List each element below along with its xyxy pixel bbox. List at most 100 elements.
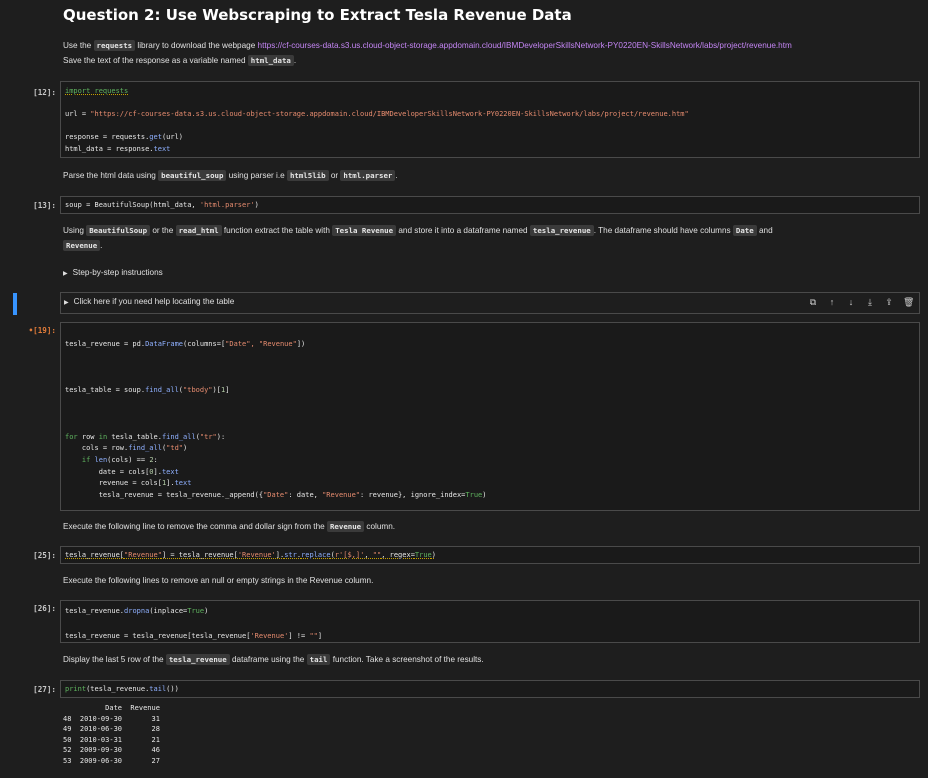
code-token: ] = tesla_revenue[ xyxy=(161,551,238,559)
code-token: text xyxy=(174,479,192,488)
markdown-cell-line2: Save the text of the response as a varia… xyxy=(63,53,296,68)
code-token: ] != xyxy=(288,632,310,641)
md-text: Save the text of the response as a varia… xyxy=(63,56,248,65)
step-by-step-toggle[interactable]: ▶ Step-by-step instructions xyxy=(63,268,163,277)
code-token: ): xyxy=(216,432,226,441)
code-token: revenue = cols[ xyxy=(65,479,162,488)
inline-code: beautiful_soup xyxy=(158,170,227,181)
code-editor[interactable]: import requests url = "https://cf-course… xyxy=(61,86,693,156)
output-row: 50 2010-03-31 21 xyxy=(63,735,160,744)
code-editor[interactable]: tesla_revenue = pd.DataFrame(columns=["D… xyxy=(61,339,490,501)
duplicate-cell-icon[interactable]: ⧉ xyxy=(808,297,818,308)
code-token: "tbody" xyxy=(183,386,213,395)
md-text: function extract the table with xyxy=(221,226,333,235)
code-token: row xyxy=(77,432,99,441)
code-cell-13[interactable]: soup = BeautifulSoup(html_data, 'html.pa… xyxy=(60,196,920,214)
output-row: 48 2010-09-30 31 xyxy=(63,714,160,723)
code-token: tesla_table = soup. xyxy=(65,386,146,395)
code-token: (url) xyxy=(161,133,184,142)
code-token: cols = row. xyxy=(65,444,129,453)
insert-above-icon[interactable]: ⇪ xyxy=(884,297,894,308)
markdown-cell: Execute the following line to remove the… xyxy=(63,519,395,534)
code-token: "Revenue" xyxy=(124,551,162,559)
toggle-label: Step-by-step instructions xyxy=(72,268,163,277)
move-up-icon[interactable]: ↑ xyxy=(827,297,837,308)
md-text: Using xyxy=(63,226,87,235)
code-cell-26[interactable]: tesla_revenue.dropna(inplace=True) tesla… xyxy=(60,600,920,643)
code-token: response = requests. xyxy=(65,133,150,142)
toggle-label: Click here if you need help locating the… xyxy=(73,297,235,306)
code-token: 'html.parser' xyxy=(199,201,255,209)
output-row: 49 2010-06-30 28 xyxy=(63,725,160,734)
md-text: using parser i.e xyxy=(226,171,287,180)
inline-code: html5lib xyxy=(286,170,329,181)
code-token: )[ xyxy=(212,386,221,395)
code-token: "Date" xyxy=(263,490,289,499)
code-editor[interactable]: print(tesla_revenue.tail()) xyxy=(61,685,183,693)
code-token: "td" xyxy=(166,444,184,453)
code-token: ]. xyxy=(166,479,175,488)
md-text: Use the xyxy=(63,41,94,50)
code-editor[interactable]: tesla_revenue.dropna(inplace=True) tesla… xyxy=(61,605,326,643)
code-token: True xyxy=(187,607,205,615)
section-heading: Question 2: Use Webscraping to Extract T… xyxy=(63,6,572,24)
md-text: and store it into a dataframe named xyxy=(396,226,530,235)
code-token: "" xyxy=(309,632,318,641)
code-token: tesla_revenue. xyxy=(65,607,125,615)
md-text: or the xyxy=(150,226,176,235)
code-token: text xyxy=(153,144,171,153)
code-cell-19[interactable]: tesla_revenue = pd.DataFrame(columns=["D… xyxy=(60,322,920,511)
code-token: in xyxy=(98,432,108,441)
code-cell-27[interactable]: print(tesla_revenue.tail()) xyxy=(60,680,920,698)
code-token: ] xyxy=(317,632,323,641)
output-header: Date Revenue xyxy=(63,704,160,712)
code-editor[interactable]: soup = BeautifulSoup(html_data, 'html.pa… xyxy=(61,201,263,209)
code-token: : date, xyxy=(288,490,323,499)
code-token: ) xyxy=(204,607,209,615)
code-token: print xyxy=(65,685,87,693)
inline-code: Revenue xyxy=(326,521,365,532)
md-text: Display the last 5 row of the xyxy=(63,655,166,664)
markdown-cell-line2: Revenue. xyxy=(63,238,102,253)
inline-code: requests xyxy=(93,40,136,51)
code-token: str xyxy=(284,551,297,559)
code-token: html_data = response. xyxy=(65,144,154,153)
code-token: "" xyxy=(372,551,382,559)
code-token: tail xyxy=(149,685,167,693)
code-token: find_all xyxy=(161,432,196,441)
markdown-cell: Display the last 5 row of the tesla_reve… xyxy=(63,652,484,667)
code-token: ()) xyxy=(166,685,179,693)
code-cell-25[interactable]: tesla_revenue["Revenue"] = tesla_revenue… xyxy=(60,546,920,564)
code-token: url = xyxy=(65,110,91,119)
inline-code: Date xyxy=(732,225,757,236)
code-cell-12[interactable]: import requests url = "https://cf-course… xyxy=(60,81,920,158)
code-editor[interactable]: tesla_revenue["Revenue"] = tesla_revenue… xyxy=(61,551,440,559)
code-token: find_all xyxy=(145,386,179,395)
execution-count: [13]: xyxy=(33,201,56,210)
code-token: True xyxy=(465,490,483,499)
md-text: and xyxy=(756,226,773,235)
inline-code: tesla_revenue xyxy=(165,654,230,665)
code-token: , xyxy=(364,551,373,559)
insert-below-icon[interactable]: ⤓ xyxy=(865,297,875,308)
inline-code: html_data xyxy=(247,55,294,66)
move-down-icon[interactable]: ↓ xyxy=(846,297,856,308)
disclosure-triangle-icon: ▶ xyxy=(64,300,69,306)
inline-code: tail xyxy=(306,654,331,665)
code-token: (tesla_revenue. xyxy=(86,685,150,693)
execution-count: •[19]: xyxy=(28,326,56,335)
help-locating-table-toggle[interactable]: ▶ Click here if you need help locating th… xyxy=(64,297,234,306)
md-text: library to download the webpage xyxy=(135,41,258,50)
revenue-url-link[interactable]: https://cf-courses-data.s3.us.cloud-obje… xyxy=(258,41,792,50)
code-token: "tr" xyxy=(199,432,217,441)
code-token: import requests xyxy=(65,87,129,95)
delete-cell-icon[interactable]: 🗑 xyxy=(903,297,914,308)
inline-code: tesla_revenue xyxy=(529,225,594,236)
code-token: replace xyxy=(301,551,331,559)
code-token: ] xyxy=(225,386,230,395)
code-token: get xyxy=(149,133,162,142)
code-token: : revenue}, ignore_index= xyxy=(360,490,466,499)
markdown-cell-selected[interactable]: ▶ Click here if you need help locating th… xyxy=(60,292,920,314)
code-token: "Date", "Revenue" xyxy=(225,340,297,348)
cell-output: Date Revenue 48 2010-09-30 31 49 2010-06… xyxy=(63,703,160,767)
